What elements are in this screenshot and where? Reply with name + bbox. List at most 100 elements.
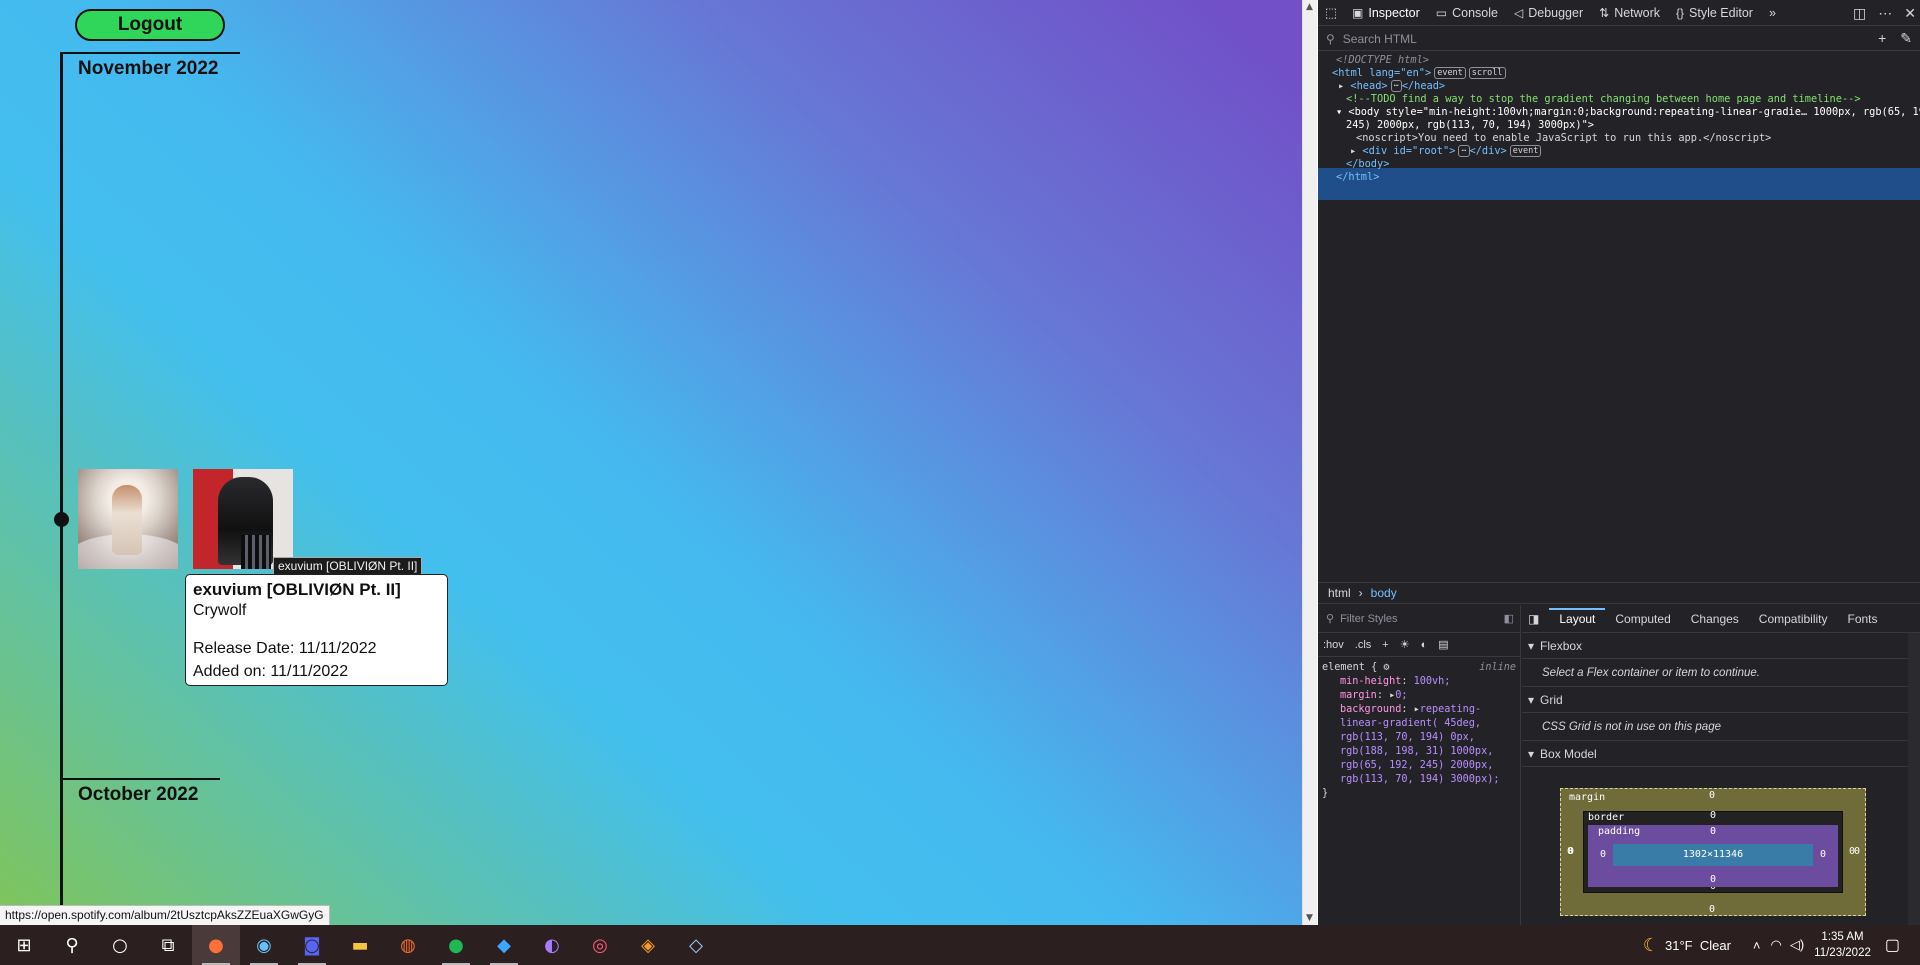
task-view-icon[interactable]: ⧉	[144, 925, 192, 965]
content-size: 1302×11346	[1613, 844, 1813, 866]
timeline-line	[60, 52, 63, 925]
inspector-icon: ▣	[1352, 5, 1364, 20]
page-viewport: Logout November 2022 exuvium [OBLIVIØN P…	[0, 0, 1302, 925]
devtools-panel: ⬚ ▣ Inspector ▭ Console ◁ Debugger ⇅ Network…	[1318, 0, 1920, 925]
scroll-badge[interactable]: scroll	[1468, 67, 1506, 79]
flexbox-note: Select a Flex container or item to conti…	[1522, 659, 1920, 687]
weather-text[interactable]: 31°F Clear	[1665, 938, 1731, 953]
more-options-icon[interactable]: ⋯	[1878, 5, 1892, 22]
layout-panel: ◨ Layout Computed Changes Compatibility …	[1522, 605, 1920, 925]
clock[interactable]: 1:35 AM 11/23/2022	[1814, 929, 1871, 961]
network-icon: ⇅	[1599, 5, 1610, 20]
steam-icon[interactable]: ◉	[240, 925, 288, 965]
chevron-up-icon[interactable]: ˄	[1753, 938, 1761, 953]
style-editor-icon: {}	[1676, 5, 1685, 20]
add-node-icon[interactable]: +	[1878, 30, 1886, 47]
element-rule: element { ⚙ inline min-height: 100vh; mar…	[1322, 662, 1516, 799]
windows-taskbar: ⊞ ⚲ ○ ⧉ ● ◉ ◙ ▬ ◍ ● ◆ ◐ ◎ ◈ ◇ ☾ 31°F Cle…	[0, 925, 1920, 965]
weather-moon-icon[interactable]: ☾	[1643, 935, 1659, 956]
breadcrumb-html[interactable]: html	[1328, 586, 1351, 600]
page-scrollbar[interactable]: ▲ ▼	[1302, 0, 1317, 925]
creative-cloud-icon[interactable]: ◎	[576, 925, 624, 965]
github-desktop-icon[interactable]: ◐	[528, 925, 576, 965]
close-icon[interactable]: ✕	[1904, 5, 1916, 22]
album-cover-exuvium[interactable]	[193, 469, 293, 569]
tab-inspector[interactable]: ▣ Inspector	[1344, 0, 1428, 26]
album-added-date: Added on: 11/11/2022	[193, 663, 349, 680]
breadcrumb-body[interactable]: body	[1371, 586, 1397, 600]
system-tray: ☾ 31°F Clear ˄ ◠ ◁) 1:35 AM 11/23/2022 ▢	[1643, 925, 1920, 965]
boxmodel-section-header[interactable]: ▾ Box Model	[1522, 741, 1920, 767]
flexbox-section-header[interactable]: ▾ Flexbox	[1522, 633, 1920, 659]
chevron-down-icon: ▾	[1528, 638, 1535, 653]
tab-console[interactable]: ▭ Console	[1428, 0, 1506, 26]
tab-fonts[interactable]: Fonts	[1838, 612, 1888, 632]
chevron-right-icon: ›	[1358, 586, 1363, 600]
html-close-node: </html>	[1336, 171, 1380, 183]
dock-icon[interactable]: ◫	[1853, 5, 1866, 22]
filter-styles-input[interactable]: Filter Styles	[1340, 613, 1397, 625]
more-tabs-icon[interactable]: »	[1761, 0, 1784, 26]
tab-compatibility[interactable]: Compatibility	[1749, 612, 1838, 632]
album-release-date: Release Date: 11/11/2022	[193, 640, 377, 657]
add-rule-icon[interactable]: +	[1382, 639, 1388, 651]
windows-start-icon[interactable]: ⊞	[0, 925, 48, 965]
html-search-bar: ⚲ + ✎	[1318, 27, 1920, 51]
scroll-down-icon[interactable]: ▼	[1306, 913, 1313, 923]
search-icon[interactable]: ⚲	[48, 925, 96, 965]
album-title: exuvium [OBLIVIØN Pt. II]	[193, 580, 401, 599]
album-cover-1[interactable]	[78, 469, 178, 569]
layout-scrollbar[interactable]	[1908, 633, 1920, 925]
grid-note: CSS Grid is not in use on this page	[1522, 713, 1920, 741]
hover-state-toggle[interactable]: :hov	[1323, 639, 1344, 651]
link-status-bar: https://open.spotify.com/album/2tUsztcpA…	[0, 905, 330, 925]
discord-icon[interactable]: ◙	[288, 925, 336, 965]
vscode-icon[interactable]: ◆	[480, 925, 528, 965]
print-media-icon[interactable]: ▤	[1438, 638, 1448, 651]
origin-icon[interactable]: ◍	[384, 925, 432, 965]
tab-debugger[interactable]: ◁ Debugger	[1506, 0, 1591, 26]
rule-selector: element {	[1322, 662, 1378, 673]
album-info-card: exuvium [OBLIVIØN Pt. II] Crywolf Releas…	[185, 574, 448, 686]
html-search-input[interactable]	[1340, 30, 1861, 47]
tab-changes[interactable]: Changes	[1681, 612, 1749, 632]
tab-style-editor[interactable]: {} Style Editor	[1668, 0, 1761, 26]
album-tooltip: exuvium [OBLIVIØN Pt. II]	[273, 557, 423, 575]
month-label-october: October 2022	[78, 784, 199, 805]
tab-computed[interactable]: Computed	[1605, 612, 1680, 632]
volume-icon[interactable]: ◁)	[1790, 937, 1804, 953]
fl-studio-icon[interactable]: ◈	[624, 925, 672, 965]
background-value[interactable]: repeating-linear-gradient( 45deg, rgb(11…	[1340, 704, 1499, 785]
element-picker-icon[interactable]: ⬚	[1318, 0, 1344, 26]
timeline-dot	[54, 512, 69, 527]
sidebar-toggle-icon[interactable]: ◧	[1504, 612, 1514, 625]
notifications-icon[interactable]: ▢	[1885, 935, 1900, 955]
scroll-up-icon[interactable]: ▲	[1306, 2, 1313, 12]
light-scheme-icon[interactable]: ☀	[1400, 638, 1410, 651]
virtualbox-icon[interactable]: ◇	[672, 925, 720, 965]
grid-section-header[interactable]: ▾ Grid	[1522, 687, 1920, 713]
class-toggle[interactable]: .cls	[1355, 639, 1372, 651]
firefox-icon[interactable]: ●	[192, 925, 240, 965]
event-badge[interactable]: event	[1509, 145, 1542, 157]
month-divider	[60, 778, 220, 780]
file-explorer-icon[interactable]: ▬	[336, 925, 384, 965]
chevron-down-icon: ▾	[1528, 746, 1535, 761]
network-icon[interactable]: ◠	[1771, 937, 1782, 953]
spotify-icon[interactable]: ●	[432, 925, 480, 965]
tab-network[interactable]: ⇅ Network	[1591, 0, 1668, 26]
tab-layout[interactable]: Layout	[1549, 608, 1606, 632]
console-icon: ▭	[1435, 5, 1448, 20]
sidebar-toggle-icon[interactable]: ◨	[1522, 612, 1549, 632]
month-divider	[60, 52, 240, 54]
cortana-icon[interactable]: ○	[96, 925, 144, 965]
month-label-november: November 2022	[78, 58, 219, 79]
filter-icon: ⚲	[1326, 613, 1335, 625]
chevron-down-icon: ▾	[1528, 692, 1535, 707]
dark-scheme-icon[interactable]: ◐	[1421, 639, 1428, 651]
gear-icon[interactable]: ⚙	[1383, 662, 1389, 673]
breadcrumb: html › body	[1318, 582, 1920, 604]
eyedropper-icon[interactable]: ✎	[1900, 30, 1912, 47]
markup-view: <!DOCTYPE html> <html lang="en"> event scr…	[1318, 52, 1920, 580]
logout-button[interactable]: Logout	[75, 9, 225, 41]
